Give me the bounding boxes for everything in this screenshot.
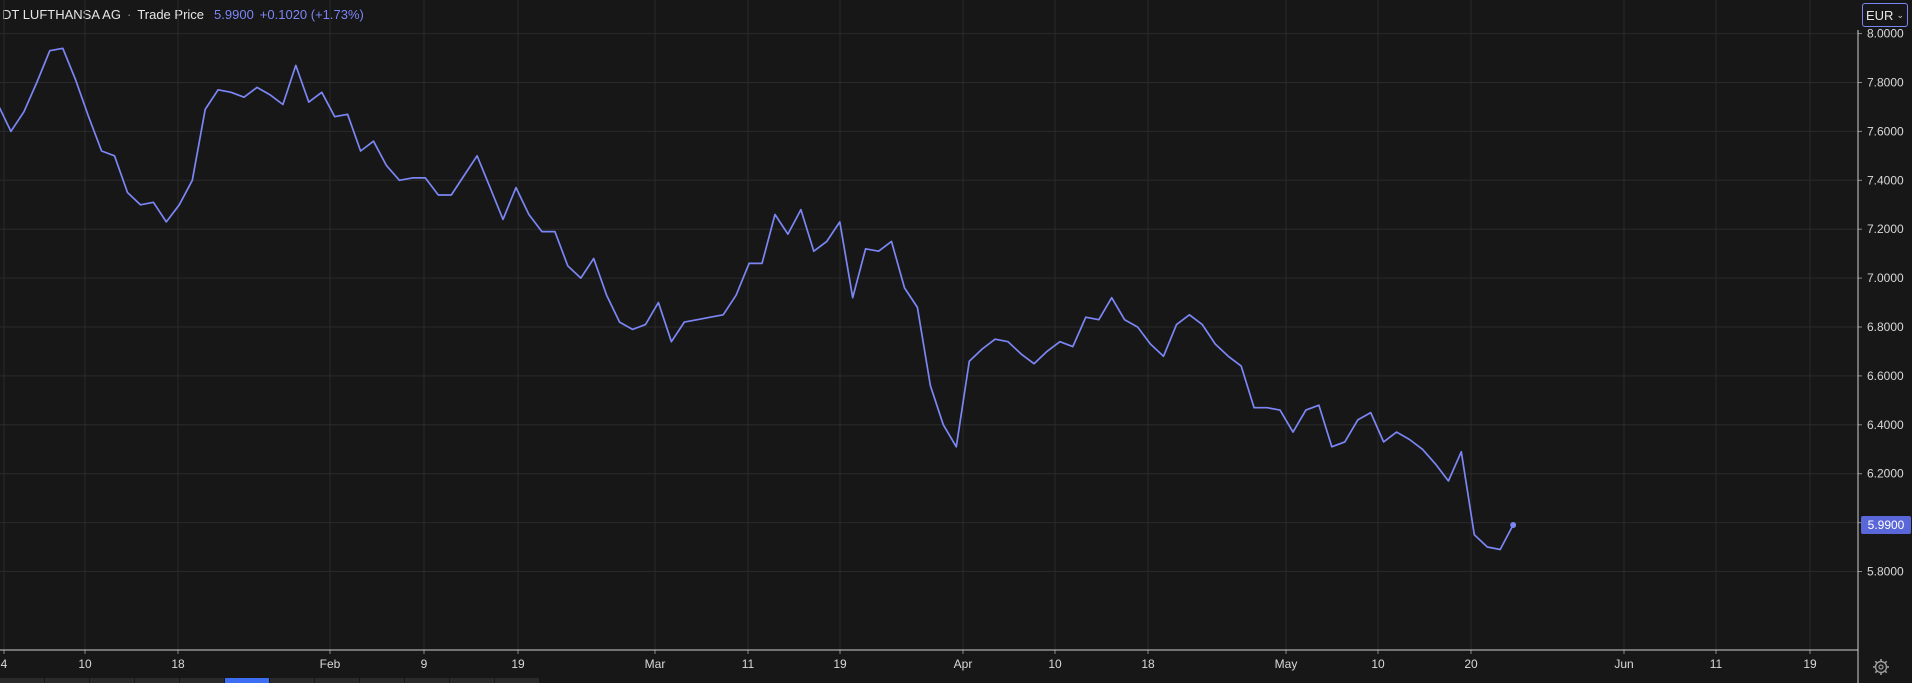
timeframe-tab[interactable] [90,678,134,683]
x-tick-label: 19 [833,657,847,671]
y-tick-label: 8.0000 [1867,27,1904,41]
y-tick-label: 6.2000 [1867,467,1904,481]
x-tick-label: 10 [78,657,92,671]
timeframe-tab[interactable] [360,678,404,683]
x-tick-label: Feb [320,657,341,671]
timeframe-tab[interactable] [405,678,449,683]
y-tick-label: 7.8000 [1867,76,1904,90]
x-tick-label: 11 [742,657,755,671]
settings-button[interactable] [1870,656,1892,678]
y-tick-label: 6.8000 [1867,320,1904,334]
x-tick-label: May [1275,657,1298,671]
last-value-label: 5.9900 [1868,518,1905,532]
gear-icon [1873,659,1889,675]
y-tick-label: 7.2000 [1867,222,1904,236]
x-tick-label: 18 [171,657,185,671]
timeframe-tab[interactable] [45,678,89,683]
timeframe-tab[interactable] [495,678,539,683]
timeframe-tab-active[interactable] [225,678,269,683]
timeframe-tab[interactable] [0,678,44,683]
timeframe-tab[interactable] [135,678,179,683]
y-tick-label: 7.0000 [1867,271,1904,285]
price-chart[interactable]: 5.80006.00006.20006.40006.60006.80007.00… [0,0,1912,683]
x-tick-label: Apr [954,657,973,671]
y-tick-label: 7.6000 [1867,124,1904,138]
x-tick-label: Jun [1614,657,1633,671]
timeframe-tab[interactable] [180,678,224,683]
x-tick-label: 11 [1710,657,1723,671]
timeframe-tab[interactable] [450,678,494,683]
y-tick-label: 6.4000 [1867,418,1904,432]
timeframe-tab[interactable] [315,678,359,683]
x-tick-label: 19 [1803,657,1817,671]
last-price-dot [1510,522,1517,529]
y-tick-label: 5.8000 [1867,565,1904,579]
y-tick-label: 6.6000 [1867,369,1904,383]
x-tick-label: 9 [421,657,428,671]
x-tick-label: 18 [1141,657,1155,671]
y-tick-label: 7.4000 [1867,173,1904,187]
x-tick-label: 10 [1371,657,1385,671]
x-tick-label: 4 [1,657,8,671]
x-tick-label: Mar [645,657,666,671]
timeframe-tabs [0,678,866,683]
x-tick-label: 10 [1048,657,1062,671]
x-tick-label: 19 [511,657,525,671]
x-tick-label: 20 [1464,657,1478,671]
timeframe-tab[interactable] [270,678,314,683]
